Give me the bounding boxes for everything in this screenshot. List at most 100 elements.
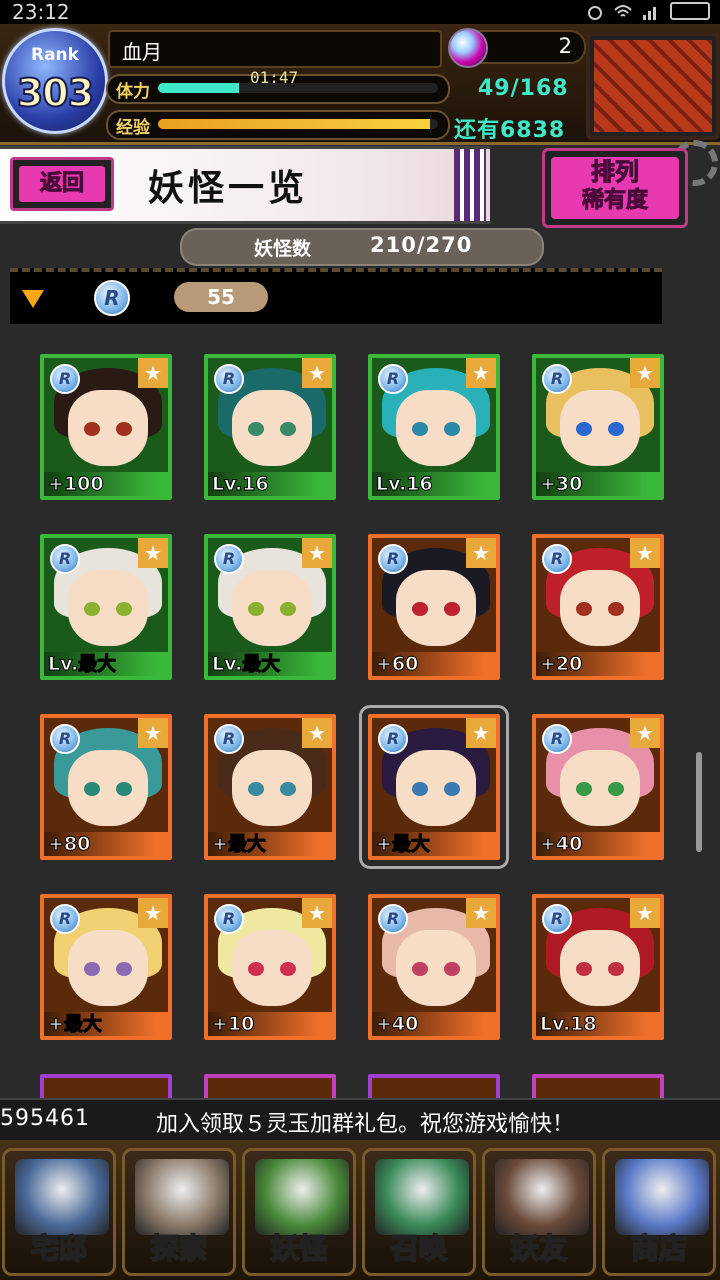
stamina-label: 体力 [116, 82, 150, 102]
rarity-r-icon: R [542, 364, 572, 394]
rarity-r-icon: R [50, 544, 80, 574]
yokai-grid: R ★ +100 R ★ Lv.16 R ★ Lv.16 R ★ +30 R ★ Lv.最大 R ★ Lv.最大 R… [0, 320, 720, 1100]
yokai-card[interactable] [532, 1074, 664, 1100]
exp-label: 经验 [116, 118, 150, 138]
yokai-level: +100 [44, 472, 168, 496]
rarity-r-icon: R [214, 544, 244, 574]
yokai-level: +10 [208, 1012, 332, 1036]
back-button-label: 返回 [19, 166, 105, 202]
player-header: Rank 303 血月 2 体力 01:47 49/168 经验 还有6838 [0, 24, 720, 145]
rank-number: 303 [16, 70, 95, 116]
yokai-card[interactable]: R ★ +20 [532, 534, 664, 680]
rarity-r-icon: R [542, 724, 572, 754]
yokai-card[interactable]: R ★ Lv.18 [532, 894, 664, 1040]
nav-friend[interactable]: 妖友 [482, 1148, 596, 1276]
star-icon: ★ [466, 358, 496, 388]
yokai-card[interactable]: R ★ Lv.最大 [40, 534, 172, 680]
player-name-box: 血月 [108, 30, 442, 68]
wifi-icon [614, 2, 632, 20]
yokai-card[interactable] [204, 1074, 336, 1100]
sort-label: 排列 [591, 158, 640, 187]
rarity-r-icon: R [94, 280, 130, 316]
rarity-r-icon: R [50, 904, 80, 934]
nav-label: 妖友 [510, 1231, 568, 1266]
yokai-card[interactable]: R ★ +40 [532, 714, 664, 860]
yokai-card[interactable]: R ★ Lv.16 [204, 354, 336, 500]
rarity-r-icon: R [50, 364, 80, 394]
yokai-count-label: 妖怪数 [254, 238, 312, 260]
star-icon: ★ [630, 358, 660, 388]
treasure-chest-icon[interactable] [586, 32, 720, 140]
yokai-count-value: 210/270 [370, 233, 473, 257]
exp-fill [158, 119, 430, 129]
yokai-card[interactable]: R ★ +最大 [204, 714, 336, 860]
yokai-card[interactable]: R ★ +10 [204, 894, 336, 1040]
yokai-level: +最大 [44, 1012, 168, 1036]
yokai-card[interactable]: R ★ +100 [40, 354, 172, 500]
yokai-card[interactable]: R ★ +最大 [359, 705, 509, 869]
star-icon: ★ [466, 538, 496, 568]
yokai-level: Lv.最大 [208, 652, 332, 676]
clock: 23:12 [12, 0, 70, 24]
star-icon: ★ [302, 538, 332, 568]
battery-icon [670, 2, 710, 20]
yokai-level: +40 [536, 832, 660, 856]
yokai-level: Lv.最大 [44, 652, 168, 676]
star-icon: ★ [630, 898, 660, 928]
stamina-timer: 01:47 [250, 68, 299, 87]
back-button[interactable]: 返回 [10, 157, 114, 211]
star-icon: ★ [302, 358, 332, 388]
yokai-card[interactable]: R ★ Lv.16 [368, 354, 500, 500]
rarity-r-icon: R [214, 364, 244, 394]
sort-mode: 稀有度 [581, 188, 648, 214]
gem-counter[interactable]: 2 [448, 28, 586, 68]
yokai-card[interactable]: R ★ +40 [368, 894, 500, 1040]
star-icon: ★ [466, 718, 496, 748]
nav-orb[interactable]: 商店 [602, 1148, 716, 1276]
signal-icon [642, 2, 660, 20]
nav-house[interactable]: 宅邸 [2, 1148, 116, 1276]
yokai-level: +80 [44, 832, 168, 856]
yokai-card[interactable] [40, 1074, 172, 1100]
title-decoration [454, 149, 486, 221]
nav-pentagram[interactable]: 召唤 [362, 1148, 476, 1276]
house-icon [15, 1159, 109, 1235]
rarity-group-header[interactable]: R 55 [10, 268, 662, 324]
yokai-card[interactable]: R ★ Lv.最大 [204, 534, 336, 680]
nav-magnifier[interactable]: 探索 [122, 1148, 236, 1276]
rarity-r-icon: R [214, 904, 244, 934]
yokai-card[interactable]: R ★ +最大 [40, 894, 172, 1040]
sort-button[interactable]: 排列 稀有度 [542, 148, 688, 228]
nav-label: 宅邸 [30, 1231, 88, 1266]
ticker-message: 加入领取５灵玉加群礼包。祝您游戏愉快！ [156, 1112, 575, 1137]
star-icon: ★ [138, 718, 168, 748]
stamina-value: 49/168 [478, 76, 569, 101]
star-icon: ★ [630, 718, 660, 748]
magnifier-icon [135, 1159, 229, 1235]
stamina-fill [158, 83, 240, 93]
nav-label: 召唤 [390, 1231, 448, 1266]
star-icon: ★ [302, 718, 332, 748]
star-icon: ★ [138, 538, 168, 568]
yokai-card[interactable]: R ★ +60 [368, 534, 500, 680]
orb-icon [615, 1159, 709, 1235]
spirit-gem-icon [448, 28, 488, 68]
nav-scroll[interactable]: 妖怪 [242, 1148, 356, 1276]
yokai-card[interactable] [368, 1074, 500, 1100]
yokai-card[interactable]: R ★ +30 [532, 354, 664, 500]
group-count: 55 [174, 282, 268, 312]
yokai-level: +40 [372, 1012, 496, 1036]
nav-label: 妖怪 [270, 1231, 328, 1266]
yokai-card[interactable]: R ★ +80 [40, 714, 172, 860]
gem-count: 2 [558, 34, 572, 58]
rank-badge: Rank 303 [2, 28, 108, 134]
nav-label: 探索 [150, 1231, 208, 1266]
collapse-triangle-icon[interactable] [22, 290, 44, 308]
player-name: 血月 [122, 40, 162, 64]
scroll-icon [255, 1159, 349, 1235]
alarm-icon [586, 2, 604, 20]
scrollbar[interactable] [696, 752, 702, 852]
rarity-r-icon: R [214, 724, 244, 754]
exp-remaining: 还有6838 [454, 118, 566, 143]
yokai-level: +20 [536, 652, 660, 676]
